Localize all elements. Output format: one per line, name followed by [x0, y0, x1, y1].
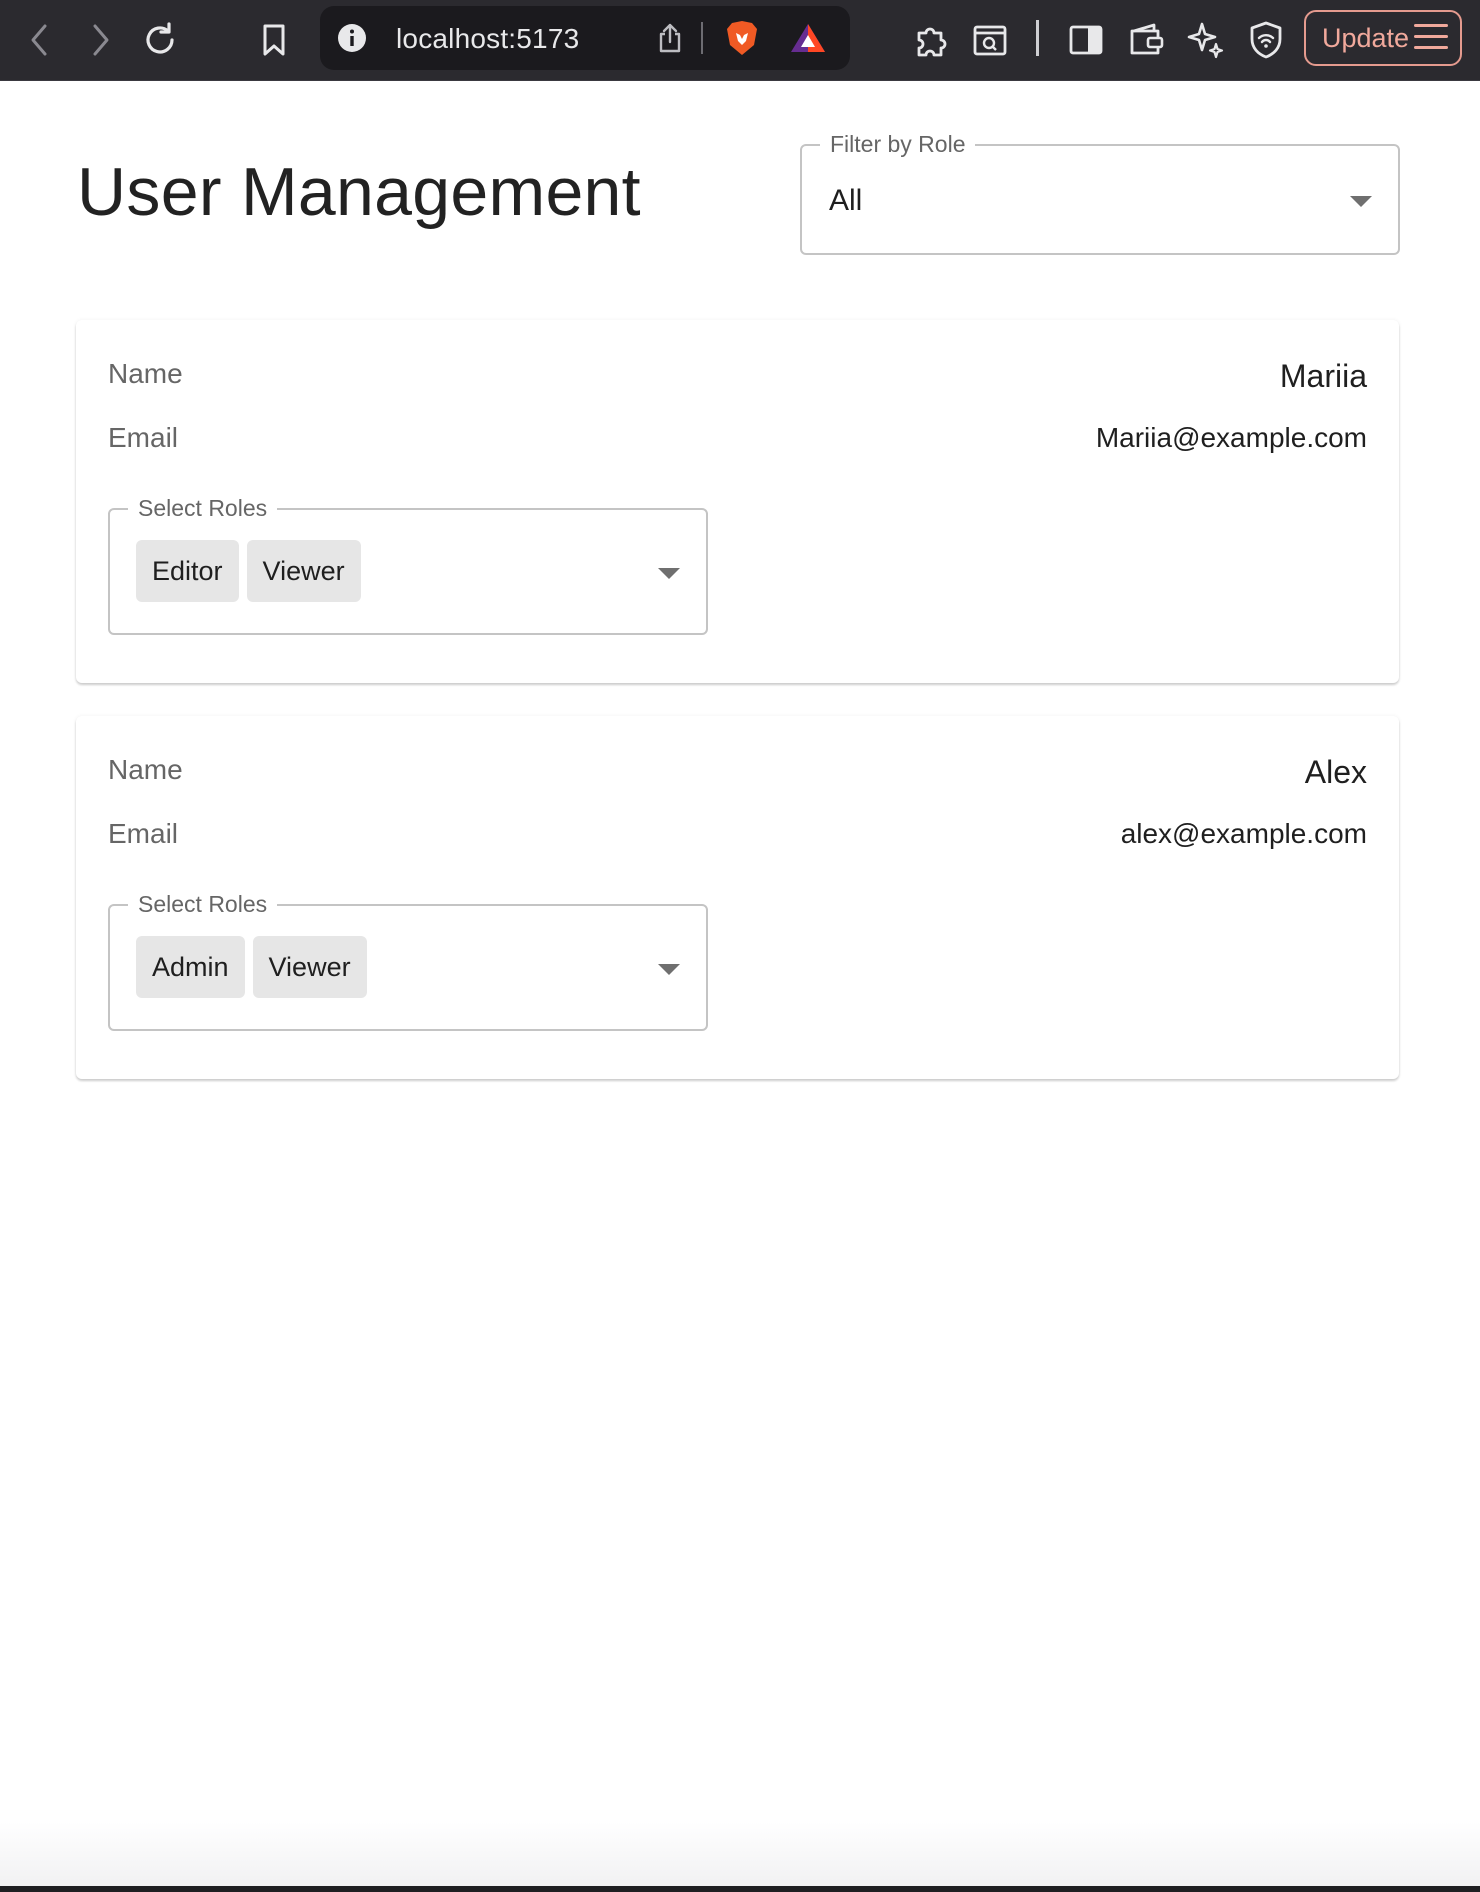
role-chips: Admin Viewer [136, 936, 367, 998]
role-chips: Editor Viewer [136, 540, 361, 602]
role-filter-label: Filter by Role [820, 130, 976, 158]
user-email: Mariia@example.com [1095, 422, 1367, 453]
roles-select-label: Select Roles [128, 494, 278, 522]
name-label: Name [108, 358, 183, 389]
chevron-down-icon [1350, 196, 1372, 207]
user-name: Mariia [1279, 358, 1367, 394]
bookmark-icon[interactable] [248, 14, 300, 66]
leo-ai-icon[interactable] [1180, 14, 1232, 66]
reader-mode-icon[interactable] [964, 14, 1016, 66]
address-bar[interactable]: localhost:5173 [320, 6, 850, 70]
role-filter-value: All [829, 184, 863, 217]
back-icon[interactable] [14, 14, 66, 66]
update-label: Update [1322, 22, 1410, 53]
user-card: Name Alex Email alex@example.com Select … [76, 716, 1399, 1079]
user-name: Alex [1304, 754, 1367, 790]
user-email: alex@example.com [1120, 818, 1367, 849]
update-button[interactable]: Update [1304, 10, 1462, 66]
user-card: Name Mariia Email Mariia@example.com Sel… [76, 320, 1399, 683]
site-info-icon[interactable] [334, 20, 370, 56]
extensions-icon[interactable] [904, 14, 956, 66]
roles-select[interactable]: Select Roles Admin Viewer [108, 890, 708, 1031]
roles-select-label: Select Roles [128, 890, 278, 918]
wallet-icon[interactable] [1120, 14, 1172, 66]
role-chip[interactable]: Admin [136, 936, 245, 998]
brave-rewards-icon[interactable] [786, 16, 830, 60]
vpn-shield-icon[interactable] [1240, 14, 1292, 66]
window-bottom-shadow [0, 1822, 1480, 1892]
role-filter-select[interactable]: Filter by Role All [800, 130, 1400, 255]
chevron-down-icon [658, 568, 680, 579]
roles-select[interactable]: Select Roles Editor Viewer [108, 494, 708, 635]
brave-shields-icon[interactable] [720, 16, 764, 60]
url-text[interactable]: localhost:5173 [396, 24, 579, 54]
reload-icon[interactable] [134, 14, 186, 66]
name-label: Name [108, 754, 183, 785]
share-icon[interactable] [652, 20, 688, 56]
chevron-down-icon [658, 964, 680, 975]
page-title: User Management [77, 154, 641, 230]
email-label: Email [108, 422, 179, 453]
forward-icon[interactable] [74, 14, 126, 66]
sidebar-icon[interactable] [1060, 14, 1112, 66]
email-label: Email [108, 818, 179, 849]
address-bar-divider [701, 22, 703, 54]
toolbar-divider [1036, 20, 1039, 56]
role-chip[interactable]: Editor [136, 540, 239, 602]
menu-icon [1414, 24, 1448, 52]
role-chip[interactable]: Viewer [246, 540, 361, 602]
browser-toolbar: localhost:5173 Update [0, 0, 1480, 81]
window-bottom-edge [0, 1886, 1480, 1892]
role-chip[interactable]: Viewer [252, 936, 367, 998]
